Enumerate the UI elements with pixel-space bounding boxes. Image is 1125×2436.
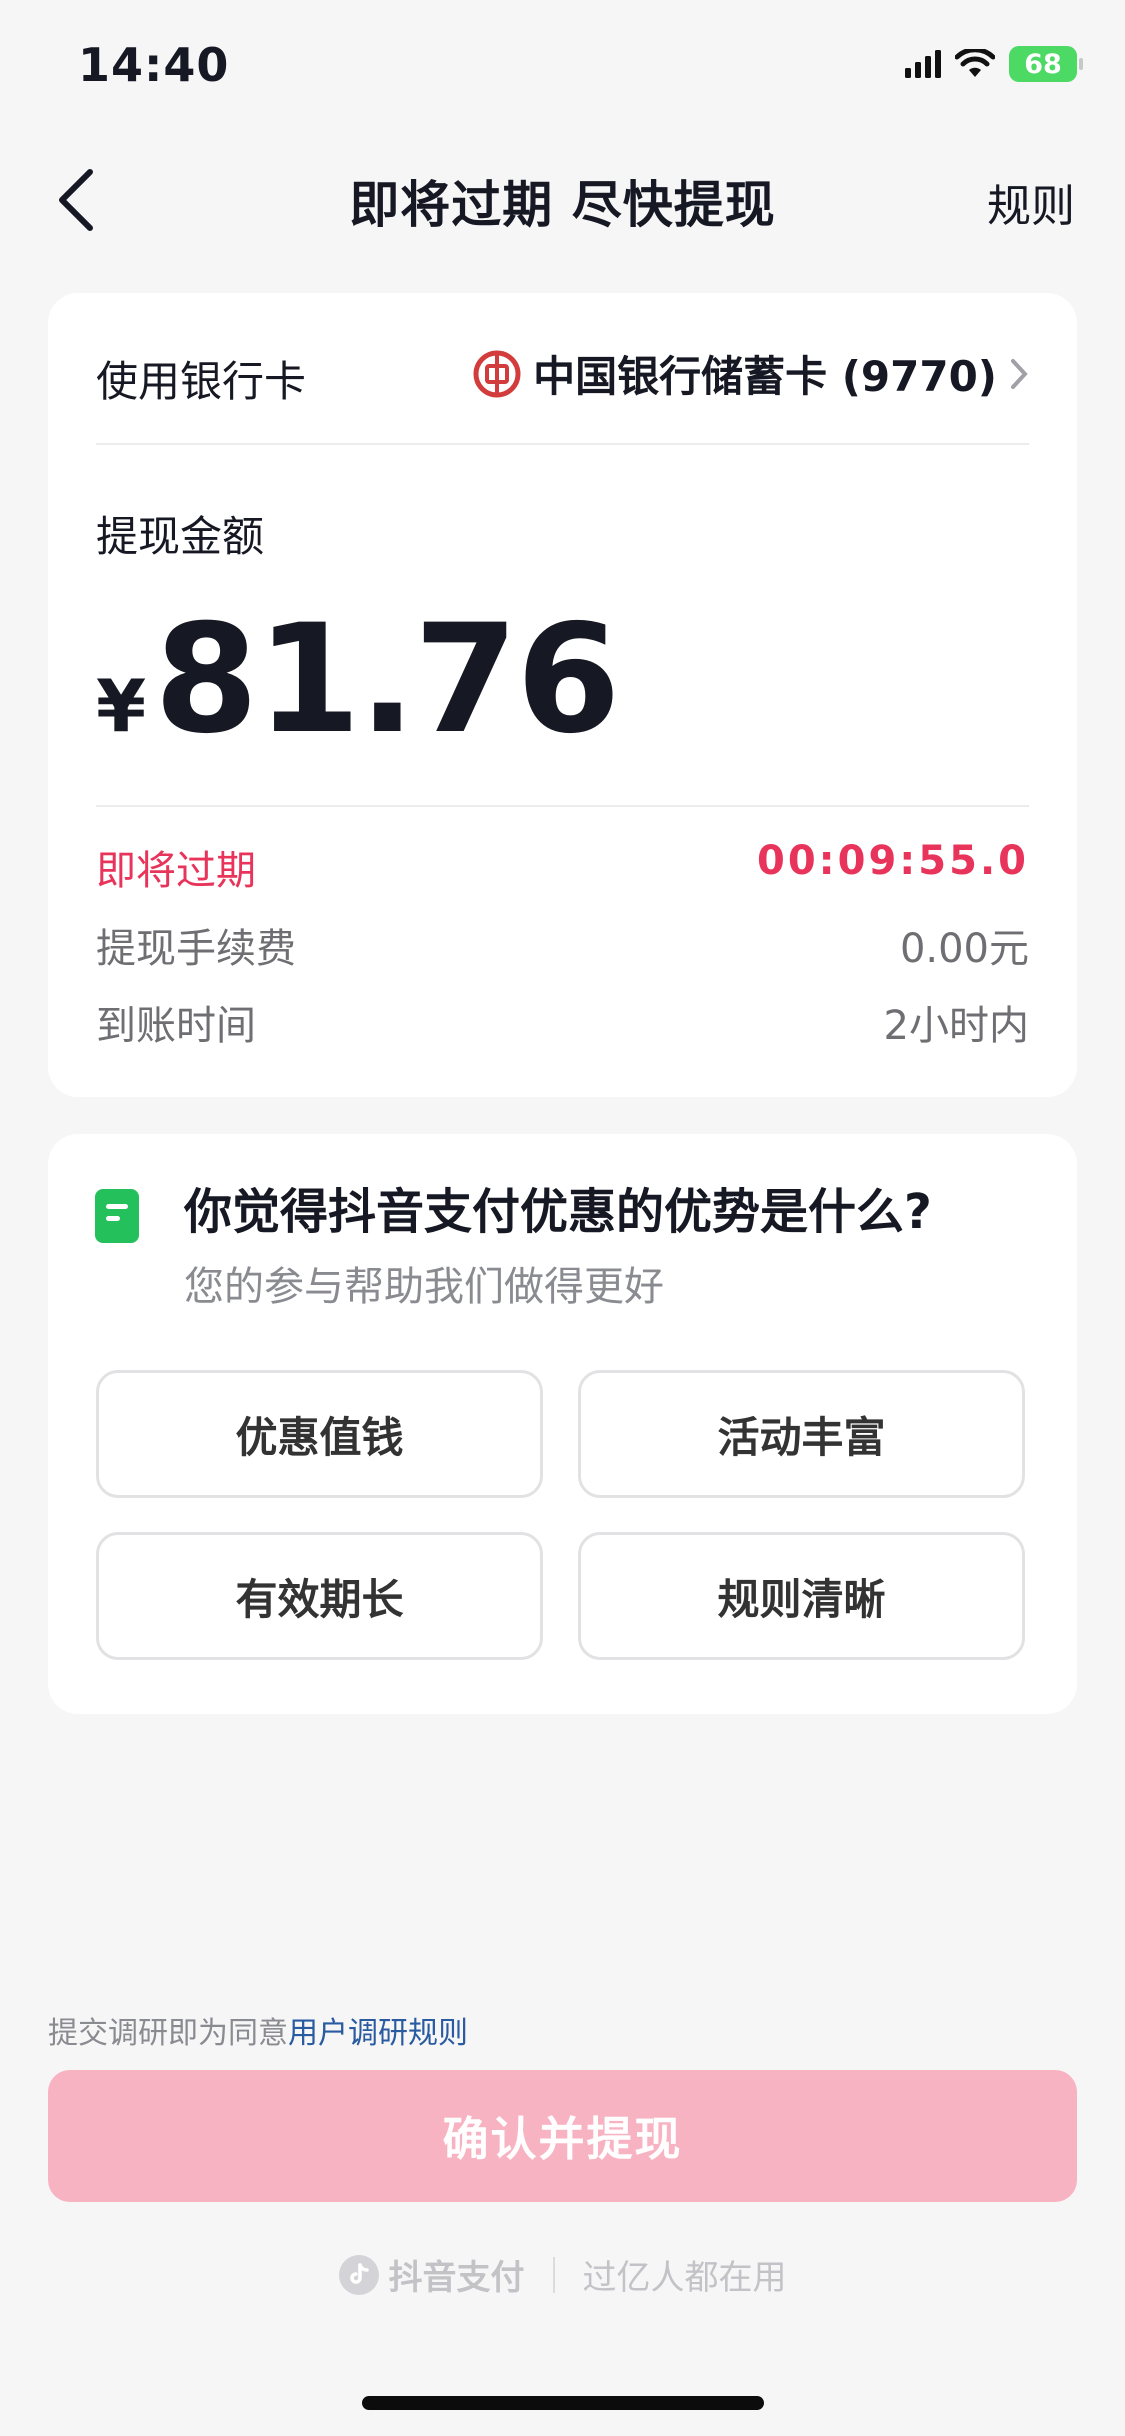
chevron-right-icon bbox=[1011, 358, 1028, 389]
bank-card-name: 中国银行储蓄卡 (9770) bbox=[533, 352, 997, 401]
douyin-logo-icon bbox=[338, 2254, 379, 2295]
divider bbox=[96, 805, 1029, 807]
survey-option[interactable]: 有效期长 bbox=[96, 1532, 543, 1660]
arrival-time-row: 到账时间 2小时内 bbox=[96, 993, 1029, 1051]
survey-card: 你觉得抖音支付优惠的优势是什么? 您的参与帮助我们做得更好 优惠值钱 活动丰富 … bbox=[48, 1134, 1077, 1714]
amount-display: ¥ 81.76 bbox=[96, 593, 621, 767]
countdown-timer: 00:09:55.0 bbox=[756, 838, 1029, 884]
survey-document-icon bbox=[95, 1189, 139, 1243]
divider bbox=[96, 443, 1029, 445]
footer-brand: 抖音支付 过亿人都在用 bbox=[0, 2250, 1125, 2299]
survey-option[interactable]: 规则清晰 bbox=[578, 1532, 1025, 1660]
amount-value: 81.76 bbox=[154, 593, 620, 767]
rules-link[interactable]: 规则 bbox=[987, 170, 1075, 234]
brand-name: 抖音支付 bbox=[388, 2258, 525, 2298]
survey-question: 你觉得抖音支付优惠的优势是什么? bbox=[184, 1184, 932, 1240]
agreement-text: 提交调研即为同意用户调研规则 bbox=[48, 2008, 468, 2052]
fee-row: 提现手续费 0.00元 bbox=[96, 916, 1029, 974]
signal-icon bbox=[905, 50, 941, 78]
survey-subtitle: 您的参与帮助我们做得更好 bbox=[184, 1264, 664, 1310]
divider bbox=[552, 2256, 555, 2293]
battery-icon: 68 bbox=[1009, 46, 1083, 82]
bank-card-label: 使用银行卡 bbox=[96, 357, 307, 406]
arrival-time-value: 2小时内 bbox=[883, 1003, 1029, 1049]
survey-option[interactable]: 活动丰富 bbox=[578, 1370, 1025, 1498]
bank-of-china-icon bbox=[473, 350, 521, 397]
page-title: 即将过期 尽快提现 bbox=[349, 176, 776, 234]
brand-slogan: 过亿人都在用 bbox=[582, 2258, 787, 2298]
home-indicator[interactable] bbox=[362, 2396, 764, 2410]
brand: 抖音支付 bbox=[338, 2250, 525, 2299]
survey-option[interactable]: 优惠值钱 bbox=[96, 1370, 543, 1498]
currency-symbol: ¥ bbox=[96, 664, 147, 748]
confirm-withdraw-button[interactable]: 确认并提现 bbox=[48, 2070, 1077, 2202]
wifi-icon bbox=[955, 49, 995, 77]
agreement-prefix: 提交调研即为同意 bbox=[48, 2016, 288, 2051]
fee-value: 0.00元 bbox=[899, 926, 1029, 972]
status-time: 14:40 bbox=[78, 38, 230, 92]
survey-rules-link[interactable]: 用户调研规则 bbox=[288, 2016, 468, 2051]
amount-label: 提现金额 bbox=[96, 512, 265, 561]
withdraw-card: 使用银行卡 中国银行储蓄卡 (9770) 提现金额 ¥ 81.76 即将过期 0… bbox=[48, 293, 1077, 1097]
expire-row: 即将过期 00:09:55.0 bbox=[96, 838, 1029, 896]
fee-label: 提现手续费 bbox=[96, 926, 296, 972]
battery-level: 68 bbox=[1024, 48, 1062, 80]
arrival-time-label: 到账时间 bbox=[96, 1003, 256, 1049]
bank-card-selector[interactable]: 中国银行储蓄卡 (9770) bbox=[473, 343, 1029, 404]
status-icons: 68 bbox=[905, 44, 1083, 84]
expire-label: 即将过期 bbox=[96, 848, 256, 894]
